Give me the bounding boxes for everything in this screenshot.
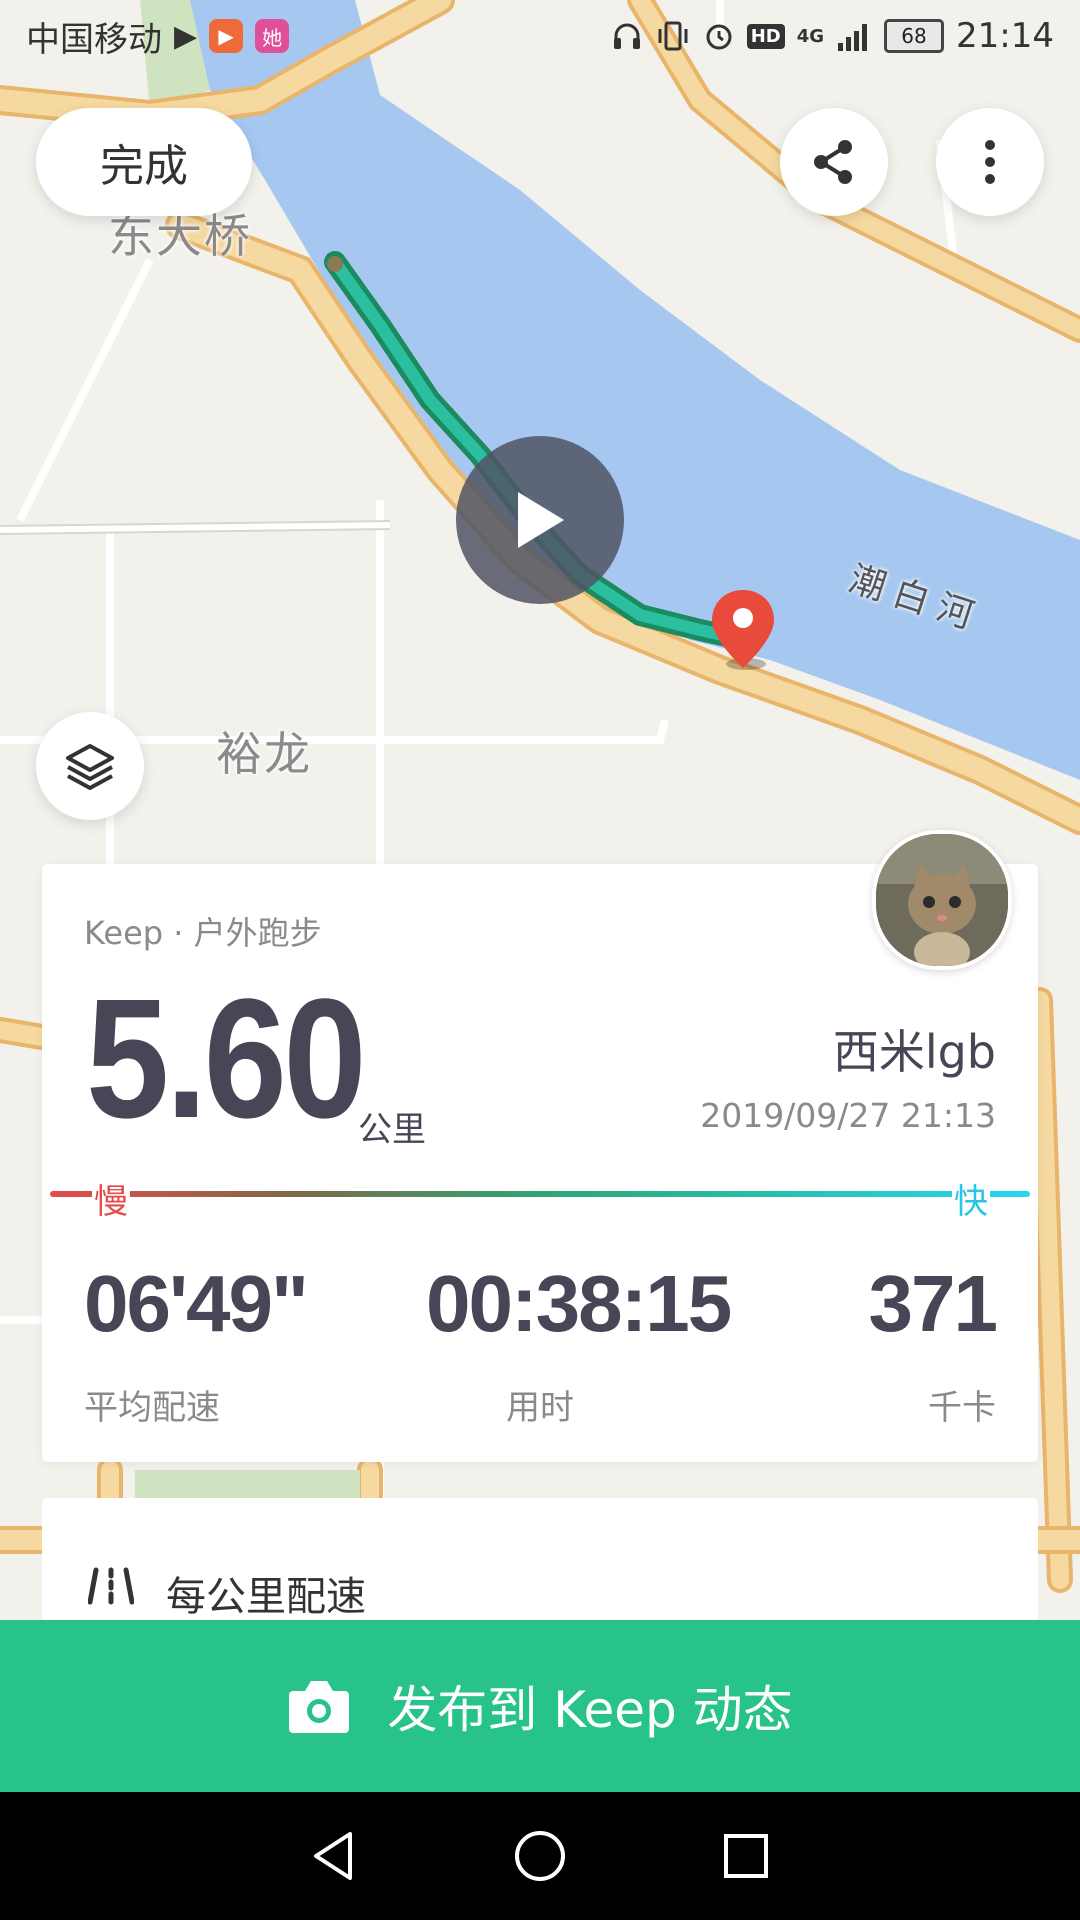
video-app-icon: ▶ [209,19,244,53]
replay-play-button[interactable] [456,436,624,604]
done-button[interactable]: 完成 [36,108,252,216]
average-pace-label: 平均配速 [84,1388,220,1428]
pace-slow-label: 慢 [92,1174,130,1223]
battery-icon: 68 [884,19,945,53]
run-summary-card: Keep · 户外跑步 5.60 公里 西米lgb 2019/09/27 21:… [42,864,1038,1462]
status-bar: 中国移动 ▶ ▶ 她 HD 4G 68 21:14 [0,0,1080,72]
per-km-pace-title: 每公里配速 [166,1574,366,1620]
headphones-icon [613,23,640,49]
distance-value: 5.60 [86,964,367,1154]
network-type: 4G [796,25,825,47]
route-end-pin-icon [708,588,778,676]
more-vertical-icon [985,140,995,184]
distance-unit: 公里 [358,1110,426,1150]
layers-icon [66,744,114,790]
pace-gradient-bar [50,1191,1030,1197]
post-to-keep-button[interactable]: 发布到 Keep 动态 [0,1620,1080,1792]
share-icon [814,140,852,184]
more-button[interactable] [936,108,1044,216]
pace-fast-label: 快 [952,1174,990,1223]
calories-label: 千卡 [928,1388,996,1428]
post-to-keep-label: 发布到 Keep 动态 [387,1681,793,1739]
duration-label: 用时 [506,1388,574,1428]
system-nav-bar [0,1792,1080,1920]
duration-value: 00:38:15 [426,1259,732,1348]
activity-type: Keep · 户外跑步 [84,914,322,952]
vibrate-icon [658,21,688,51]
back-icon[interactable] [306,1828,362,1884]
play-icon [518,492,564,548]
clock: 21:14 [956,16,1054,56]
recents-icon[interactable] [718,1828,774,1884]
signal-icon [838,24,868,51]
user-avatar[interactable] [872,830,1012,970]
camera-icon [289,1681,350,1733]
alarm-icon [706,24,732,50]
map-label-district: 裕龙 [216,727,312,781]
calories-value: 371 [868,1259,998,1348]
share-button[interactable] [780,108,888,216]
map-layers-button[interactable] [36,712,144,820]
play-icon: ▶ [174,18,198,54]
she-app-icon: 她 [255,19,290,53]
user-name[interactable]: 西米lgb [833,1016,996,1082]
average-pace-value: 06'49" [84,1259,309,1348]
pace-splits-icon [88,1567,134,1605]
run-timestamp: 2019/09/27 21:13 [700,1096,996,1135]
home-icon[interactable] [512,1828,568,1884]
hd-icon: HD [746,23,785,49]
carrier-name: 中国移动 [26,19,162,60]
